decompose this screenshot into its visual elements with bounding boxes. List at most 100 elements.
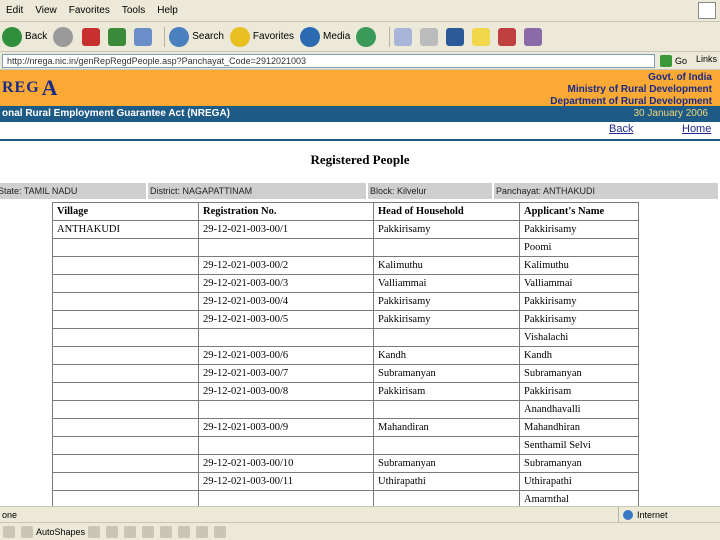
nrega-logo: REG A (0, 70, 105, 106)
menu-help[interactable]: Help (151, 5, 184, 16)
home-link[interactable]: Home (682, 123, 711, 135)
menu-edit[interactable]: Edit (0, 5, 29, 16)
rectangle-icon[interactable] (124, 525, 137, 538)
column-header-applicant: Applicant's Name (519, 202, 639, 221)
favorites-button[interactable]: Favorites (229, 26, 294, 47)
drawing-toolbar: AutoShapes (0, 522, 720, 540)
logo-text-large: A (41, 75, 58, 100)
current-date: 30 January 2006 (633, 108, 708, 119)
back-button[interactable]: Back (2, 26, 47, 47)
forward-button[interactable] (53, 26, 76, 47)
stop-button[interactable] (82, 27, 102, 46)
zone-label: Internet (637, 510, 668, 520)
table-row: ANTHAKUDI 29-12-021-003-00/1 Pakkirisamy Pa… (52, 220, 639, 239)
table-row: Poomi (52, 238, 639, 257)
cell-applicant-name: Mahandhiran (519, 418, 639, 437)
draw-icon[interactable] (3, 525, 15, 538)
page-header: REG A Govt. of India Ministry of Rural D… (0, 70, 720, 108)
status-text: one (2, 510, 18, 520)
table-row: 29-12-021-003-00/2 Kalimuthu Kalimuthu (52, 256, 639, 275)
cell-registration-no: 29-12-021-003-00/1 (198, 220, 374, 239)
search-button[interactable]: Search (169, 26, 224, 47)
media-button[interactable]: Media (300, 26, 350, 47)
cell-head-of-household: Valliammai (373, 274, 520, 293)
cell-village (52, 310, 199, 329)
cell-head-of-household (373, 238, 520, 257)
globe-icon (623, 510, 633, 520)
links-button[interactable]: Links (696, 54, 717, 64)
go-button[interactable]: Go (660, 54, 690, 68)
cell-registration-no: 29-12-021-003-00/9 (198, 418, 374, 437)
cell-village (52, 274, 199, 293)
media-icon (300, 26, 321, 47)
autoshapes-menu[interactable]: AutoShapes (36, 527, 85, 537)
cell-village (52, 292, 199, 311)
research-button[interactable] (524, 27, 544, 46)
column-header-village: Village (52, 202, 199, 221)
table-row: Vishalachi (52, 328, 639, 347)
go-label: Go (675, 56, 688, 66)
cell-applicant-name: Kandh (519, 346, 639, 365)
cell-applicant-name: Senthamil Selvi (519, 436, 639, 455)
cell-applicant-name: Pakkirisam (519, 382, 639, 401)
cell-head-of-household: Subramanyan (373, 364, 520, 383)
table-row: 29-12-021-003-00/8 Pakkirisam Pakkirisam (52, 382, 639, 401)
edit-button[interactable] (446, 27, 466, 46)
registered-people-table: Village Registration No. Head of Househo… (52, 202, 639, 509)
messenger-button[interactable] (498, 27, 518, 46)
refresh-button[interactable] (108, 27, 128, 46)
textbox-icon[interactable] (160, 525, 173, 538)
cell-head-of-household: Pakkirisam (373, 382, 520, 401)
cell-registration-no (198, 436, 374, 455)
cell-village (52, 346, 199, 365)
cell-head-of-household (373, 436, 520, 455)
cell-registration-no (198, 400, 374, 419)
home-button[interactable] (134, 27, 154, 46)
cell-head-of-household: Kandh (373, 346, 520, 365)
nav-links: Back Home (0, 122, 720, 138)
table-row: 29-12-021-003-00/6 Kandh Kandh (52, 346, 639, 365)
cell-applicant-name: Vishalachi (519, 328, 639, 347)
cell-registration-no: 29-12-021-003-00/4 (198, 292, 374, 311)
arrow-icon[interactable] (106, 525, 119, 538)
line-color-icon[interactable] (196, 525, 209, 538)
logo-text: REG (2, 79, 40, 96)
toolbar-separator (389, 26, 391, 47)
go-arrow-icon (660, 55, 672, 67)
ministry-text: Govt. of India Ministry of Rural Develop… (550, 72, 712, 108)
mail-button[interactable] (394, 27, 414, 46)
cell-head-of-household: Pakkirisamy (373, 310, 520, 329)
cell-registration-no: 29-12-021-003-00/7 (198, 364, 374, 383)
back-link[interactable]: Back (609, 123, 633, 135)
address-input[interactable]: http://nrega.nic.in/genRepRegdPeople.asp… (2, 54, 655, 68)
fill-color-icon[interactable] (178, 525, 191, 538)
cell-head-of-household (373, 400, 520, 419)
menu-bar: Edit View Favorites Tools Help (0, 0, 720, 22)
divider (0, 139, 720, 141)
history-icon (356, 26, 377, 47)
cell-applicant-name: Pakkirisamy (519, 220, 639, 239)
oval-icon[interactable] (142, 525, 155, 538)
line-icon[interactable] (88, 525, 101, 538)
select-icon[interactable] (21, 525, 33, 538)
cell-registration-no: 29-12-021-003-00/2 (198, 256, 374, 275)
cell-applicant-name: Uthirapathi (519, 472, 639, 491)
table-row: 29-12-021-003-00/4 Pakkirisamy Pakkirisamy (52, 292, 639, 311)
windows-logo-icon (698, 2, 716, 19)
print-button[interactable] (420, 27, 440, 46)
cell-registration-no (198, 238, 374, 257)
cell-registration-no (198, 328, 374, 347)
cell-head-of-household: Kalimuthu (373, 256, 520, 275)
block-filter: Block: Kilvelur (368, 183, 494, 199)
menu-view[interactable]: View (29, 5, 63, 16)
history-button[interactable] (356, 26, 379, 47)
table-row: 29-12-021-003-00/5 Pakkirisamy Pakkirisamy (52, 310, 639, 329)
cell-registration-no: 29-12-021-003-00/5 (198, 310, 374, 329)
search-icon (169, 26, 190, 47)
menu-tools[interactable]: Tools (116, 5, 151, 16)
menu-favorites[interactable]: Favorites (63, 5, 116, 16)
font-color-icon[interactable] (214, 525, 227, 538)
home-icon (134, 27, 153, 46)
status-bar: one Internet (0, 506, 720, 523)
discuss-button[interactable] (472, 27, 492, 46)
